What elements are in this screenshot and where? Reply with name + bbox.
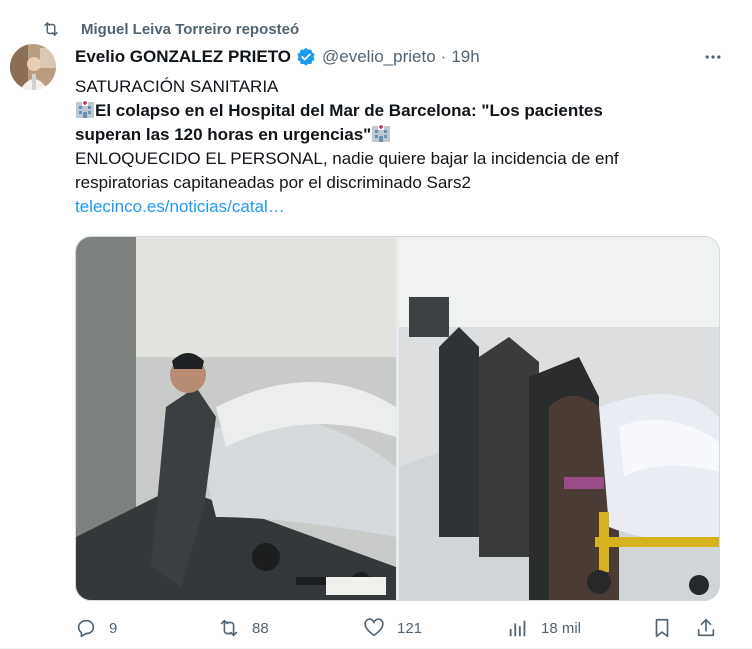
headline-line-1: El colapso en el Hospital del Mar de Bar…	[75, 99, 725, 123]
verified-badge-icon	[296, 47, 316, 67]
author-handle[interactable]: @evelio_prieto	[322, 47, 436, 67]
repost-text[interactable]: Miguel Leiva Torreiro reposteó	[81, 21, 299, 38]
article-link[interactable]: telecinco.es/noticias/catal…	[75, 195, 725, 219]
more-options-icon[interactable]	[702, 46, 724, 68]
repost-count: 88	[252, 619, 269, 637]
repost-icon	[40, 18, 62, 40]
headline-line-2: superan las 120 horas en urgencias"	[75, 123, 725, 147]
author-name[interactable]: Evelio GONZALEZ PRIETO	[75, 47, 291, 67]
media-grid[interactable]	[75, 236, 720, 601]
views-icon	[509, 620, 526, 637]
hospital-emoji-icon	[75, 99, 95, 119]
avatar[interactable]	[10, 44, 56, 90]
photo-left[interactable]	[76, 237, 396, 600]
body-line-2: respiratorias capitaneadas por el discri…	[75, 173, 471, 192]
views-button[interactable]: 18 mil	[507, 614, 581, 642]
share-button[interactable]	[695, 614, 717, 642]
headline-text-2: superan las 120 horas en urgencias"	[75, 125, 372, 144]
reply-button[interactable]: 9	[75, 614, 117, 642]
body-line-1: ENLOQUECIDO EL PERSONAL, nadie quiere ba…	[75, 149, 619, 168]
repost-header: Miguel Leiva Torreiro reposteó	[40, 18, 299, 40]
reply-icon	[77, 619, 95, 638]
tweet-card[interactable]: Miguel Leiva Torreiro reposteó Evelio GO…	[0, 0, 752, 649]
action-bar: 9 88 121 18 mil	[75, 614, 725, 642]
photo-right[interactable]	[399, 237, 719, 600]
tweet-text: SATURACIÓN SANITARIA El colapso en el Ho…	[75, 75, 725, 219]
headline-text-1: El colapso en el Hospital del Mar de Bar…	[95, 101, 603, 120]
views-count: 18 mil	[541, 619, 582, 637]
like-count: 121	[397, 619, 423, 637]
repost-action-icon	[220, 619, 238, 637]
tweet-header: Evelio GONZALEZ PRIETO @evelio_prieto · …	[75, 44, 480, 70]
text-line-1: SATURACIÓN SANITARIA	[75, 77, 279, 96]
bookmark-button[interactable]	[651, 614, 673, 642]
like-button[interactable]: 121	[363, 614, 422, 642]
reply-count: 9	[109, 619, 118, 637]
heart-icon	[364, 618, 384, 637]
timestamp[interactable]: 19h	[451, 47, 479, 67]
share-icon	[697, 618, 715, 637]
separator-dot: ·	[440, 47, 447, 66]
bookmark-icon	[655, 618, 669, 638]
hospital-emoji-icon	[371, 123, 391, 143]
repost-button[interactable]: 88	[218, 614, 269, 642]
